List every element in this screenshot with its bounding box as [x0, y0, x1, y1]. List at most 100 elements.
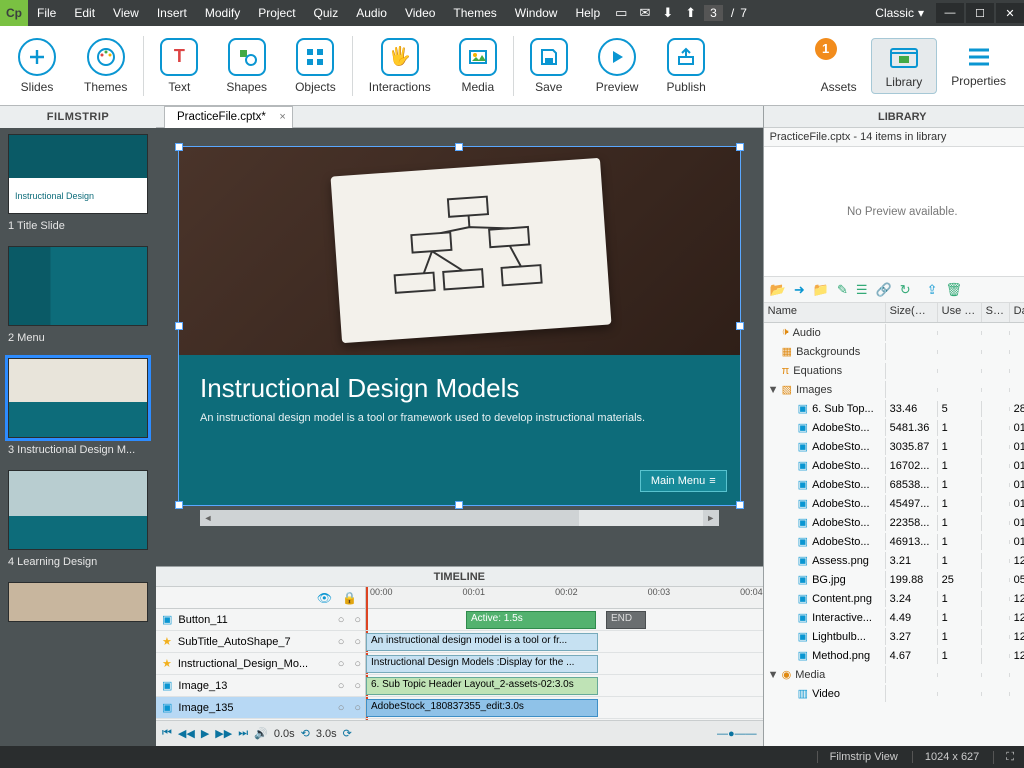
- timeline-ruler[interactable]: 00:00 00:01 00:02 00:03 00:04: [366, 587, 763, 609]
- filmstrip-slide-1[interactable]: 1 Title Slide: [8, 134, 148, 232]
- ribbon-slides[interactable]: Slides: [4, 34, 70, 98]
- menu-view[interactable]: View: [104, 6, 148, 20]
- menu-audio[interactable]: Audio: [347, 6, 396, 20]
- eye-icon[interactable]: 👁: [317, 591, 332, 605]
- mail-icon[interactable]: ✉: [633, 5, 656, 21]
- open-folder-icon[interactable]: 📂: [770, 282, 786, 298]
- timeline-layer[interactable]: ★Instructional_Design_Mo...○○: [156, 653, 365, 675]
- col-name[interactable]: Name: [764, 303, 886, 322]
- library-folder[interactable]: ▼▧Images: [764, 380, 1024, 399]
- ribbon-preview[interactable]: Preview: [582, 34, 653, 98]
- ribbon-properties[interactable]: Properties: [937, 40, 1020, 92]
- library-folder[interactable]: ▼◉Media: [764, 665, 1024, 684]
- clip-image135[interactable]: AdobeStock_180837355_edit:3.0s: [366, 699, 598, 717]
- ribbon-save[interactable]: Save: [516, 34, 582, 98]
- library-item[interactable]: ▣AdobeSto...5481.36101: [764, 418, 1024, 437]
- window-minimize[interactable]: —: [936, 3, 964, 23]
- filmstrip-slide-4[interactable]: 4 Learning Design: [8, 470, 148, 568]
- menu-window[interactable]: Window: [506, 6, 567, 20]
- timeline-zoom-in[interactable]: ⟳: [343, 727, 352, 740]
- library-folder[interactable]: 🕩Audio: [764, 323, 1024, 342]
- menu-modify[interactable]: Modify: [196, 6, 249, 20]
- ribbon-media[interactable]: Media: [445, 34, 511, 98]
- ribbon-publish[interactable]: Publish: [652, 34, 719, 98]
- properties-icon[interactable]: ☰: [856, 282, 868, 298]
- upload-icon[interactable]: ⬆: [679, 5, 702, 21]
- ribbon-library[interactable]: Library: [871, 38, 938, 94]
- import-icon[interactable]: ➜: [794, 282, 805, 298]
- ribbon-objects[interactable]: Objects: [281, 34, 350, 98]
- delete-icon[interactable]: 🗑: [946, 282, 963, 298]
- filmstrip-slide-2[interactable]: 2 Menu: [8, 246, 148, 344]
- menu-insert[interactable]: Insert: [148, 6, 196, 20]
- status-expand-icon[interactable]: ⛶: [993, 751, 1014, 764]
- step-fwd-icon[interactable]: ▶▶: [215, 727, 232, 740]
- timeline-zoom-out[interactable]: ⟲: [301, 727, 310, 740]
- library-item[interactable]: ▣AdobeSto...22358...101: [764, 513, 1024, 532]
- download-icon[interactable]: ⬇: [656, 5, 679, 21]
- library-item[interactable]: ▣AdobeSto...68538...101: [764, 475, 1024, 494]
- menu-edit[interactable]: Edit: [65, 6, 104, 20]
- audio-icon[interactable]: 🔊: [254, 727, 268, 740]
- slide-canvas[interactable]: Instructional Design Models An instructi…: [178, 146, 741, 506]
- library-item[interactable]: ▣AdobeSto...45497...101: [764, 494, 1024, 513]
- window-maximize[interactable]: ☐: [966, 3, 994, 23]
- filmstrip-slide-3[interactable]: 3 Instructional Design M...: [8, 358, 148, 456]
- library-item[interactable]: ▣Lightbulb...3.27112: [764, 627, 1024, 646]
- library-folder[interactable]: πEquations: [764, 361, 1024, 380]
- library-item[interactable]: ▣Content.png3.24112: [764, 589, 1024, 608]
- document-tab[interactable]: PracticeFile.cptx* ×: [164, 106, 293, 128]
- library-tree[interactable]: 🕩Audio▦BackgroundsπEquations▼▧Images▣6. …: [764, 323, 1024, 746]
- menu-quiz[interactable]: Quiz: [305, 6, 348, 20]
- stage-area[interactable]: Instructional Design Models An instructi…: [156, 128, 763, 566]
- menu-help[interactable]: Help: [566, 6, 609, 20]
- folder-icon[interactable]: 📁: [813, 282, 829, 298]
- library-item[interactable]: ▣AdobeSto...16702...101: [764, 456, 1024, 475]
- goto-start-icon[interactable]: ⏮: [162, 727, 172, 740]
- ribbon-assets[interactable]: 1 Assets: [807, 34, 871, 98]
- menu-video[interactable]: Video: [396, 6, 444, 20]
- library-item[interactable]: ▣6. Sub Top...33.46528: [764, 399, 1024, 418]
- col-use[interactable]: Use C...: [938, 303, 982, 322]
- col-size[interactable]: Size(KB): [886, 303, 938, 322]
- library-item[interactable]: ▣BG.jpg199.882505: [764, 570, 1024, 589]
- menu-project[interactable]: Project: [249, 6, 304, 20]
- ribbon-text[interactable]: T Text: [146, 34, 212, 98]
- library-item[interactable]: ▣Assess.png3.21112: [764, 551, 1024, 570]
- menu-themes[interactable]: Themes: [444, 6, 505, 20]
- clip-active[interactable]: Active: 1.5s: [466, 611, 596, 629]
- stage-hscroll[interactable]: ◄►: [200, 510, 719, 526]
- clip-title[interactable]: Instructional Design Models :Display for…: [366, 655, 598, 673]
- col-status[interactable]: St...: [982, 303, 1010, 322]
- usage-icon[interactable]: 🔗: [876, 282, 892, 298]
- close-icon[interactable]: ×: [279, 111, 285, 123]
- ribbon-shapes[interactable]: Shapes: [212, 34, 281, 98]
- library-folder[interactable]: ▦Backgrounds: [764, 342, 1024, 361]
- clip-subtitle[interactable]: An instructional design model is a tool …: [366, 633, 598, 651]
- timeline-layer[interactable]: ▣Button_11○○: [156, 609, 365, 631]
- lock-icon[interactable]: 🔒: [342, 591, 357, 605]
- timeline-layer[interactable]: ▣Image_13○○: [156, 675, 365, 697]
- clip-end[interactable]: END: [606, 611, 646, 629]
- edit-icon[interactable]: ✎: [837, 282, 848, 298]
- goto-end-icon[interactable]: ⏭: [238, 727, 248, 740]
- timeline-layer[interactable]: ★SubTitle_AutoShape_7○○: [156, 631, 365, 653]
- library-item[interactable]: ▣Method.png4.67112: [764, 646, 1024, 665]
- main-menu-button[interactable]: Main Menu ≡: [640, 470, 727, 492]
- filmstrip-slide-5[interactable]: [8, 582, 148, 622]
- ribbon-themes[interactable]: Themes: [70, 34, 141, 98]
- select-unused-icon[interactable]: ⇪: [927, 282, 938, 298]
- library-item[interactable]: ▣Interactive...4.49112: [764, 608, 1024, 627]
- cc-icon[interactable]: ▭: [609, 5, 633, 21]
- zoom-slider[interactable]: —●——: [717, 728, 757, 740]
- library-item[interactable]: ▣AdobeSto...46913...101: [764, 532, 1024, 551]
- page-current[interactable]: 3: [704, 5, 723, 21]
- menu-file[interactable]: File: [28, 6, 65, 20]
- library-item[interactable]: ▥Video: [764, 684, 1024, 703]
- window-close[interactable]: ✕: [996, 3, 1024, 23]
- refresh-icon[interactable]: ↻: [900, 282, 911, 298]
- library-item[interactable]: ▣AdobeSto...3035.87101: [764, 437, 1024, 456]
- step-back-icon[interactable]: ◀◀: [178, 727, 195, 740]
- ribbon-interactions[interactable]: 🖐 Interactions: [355, 34, 445, 98]
- timeline-layer[interactable]: ▣Image_135○○: [156, 697, 365, 719]
